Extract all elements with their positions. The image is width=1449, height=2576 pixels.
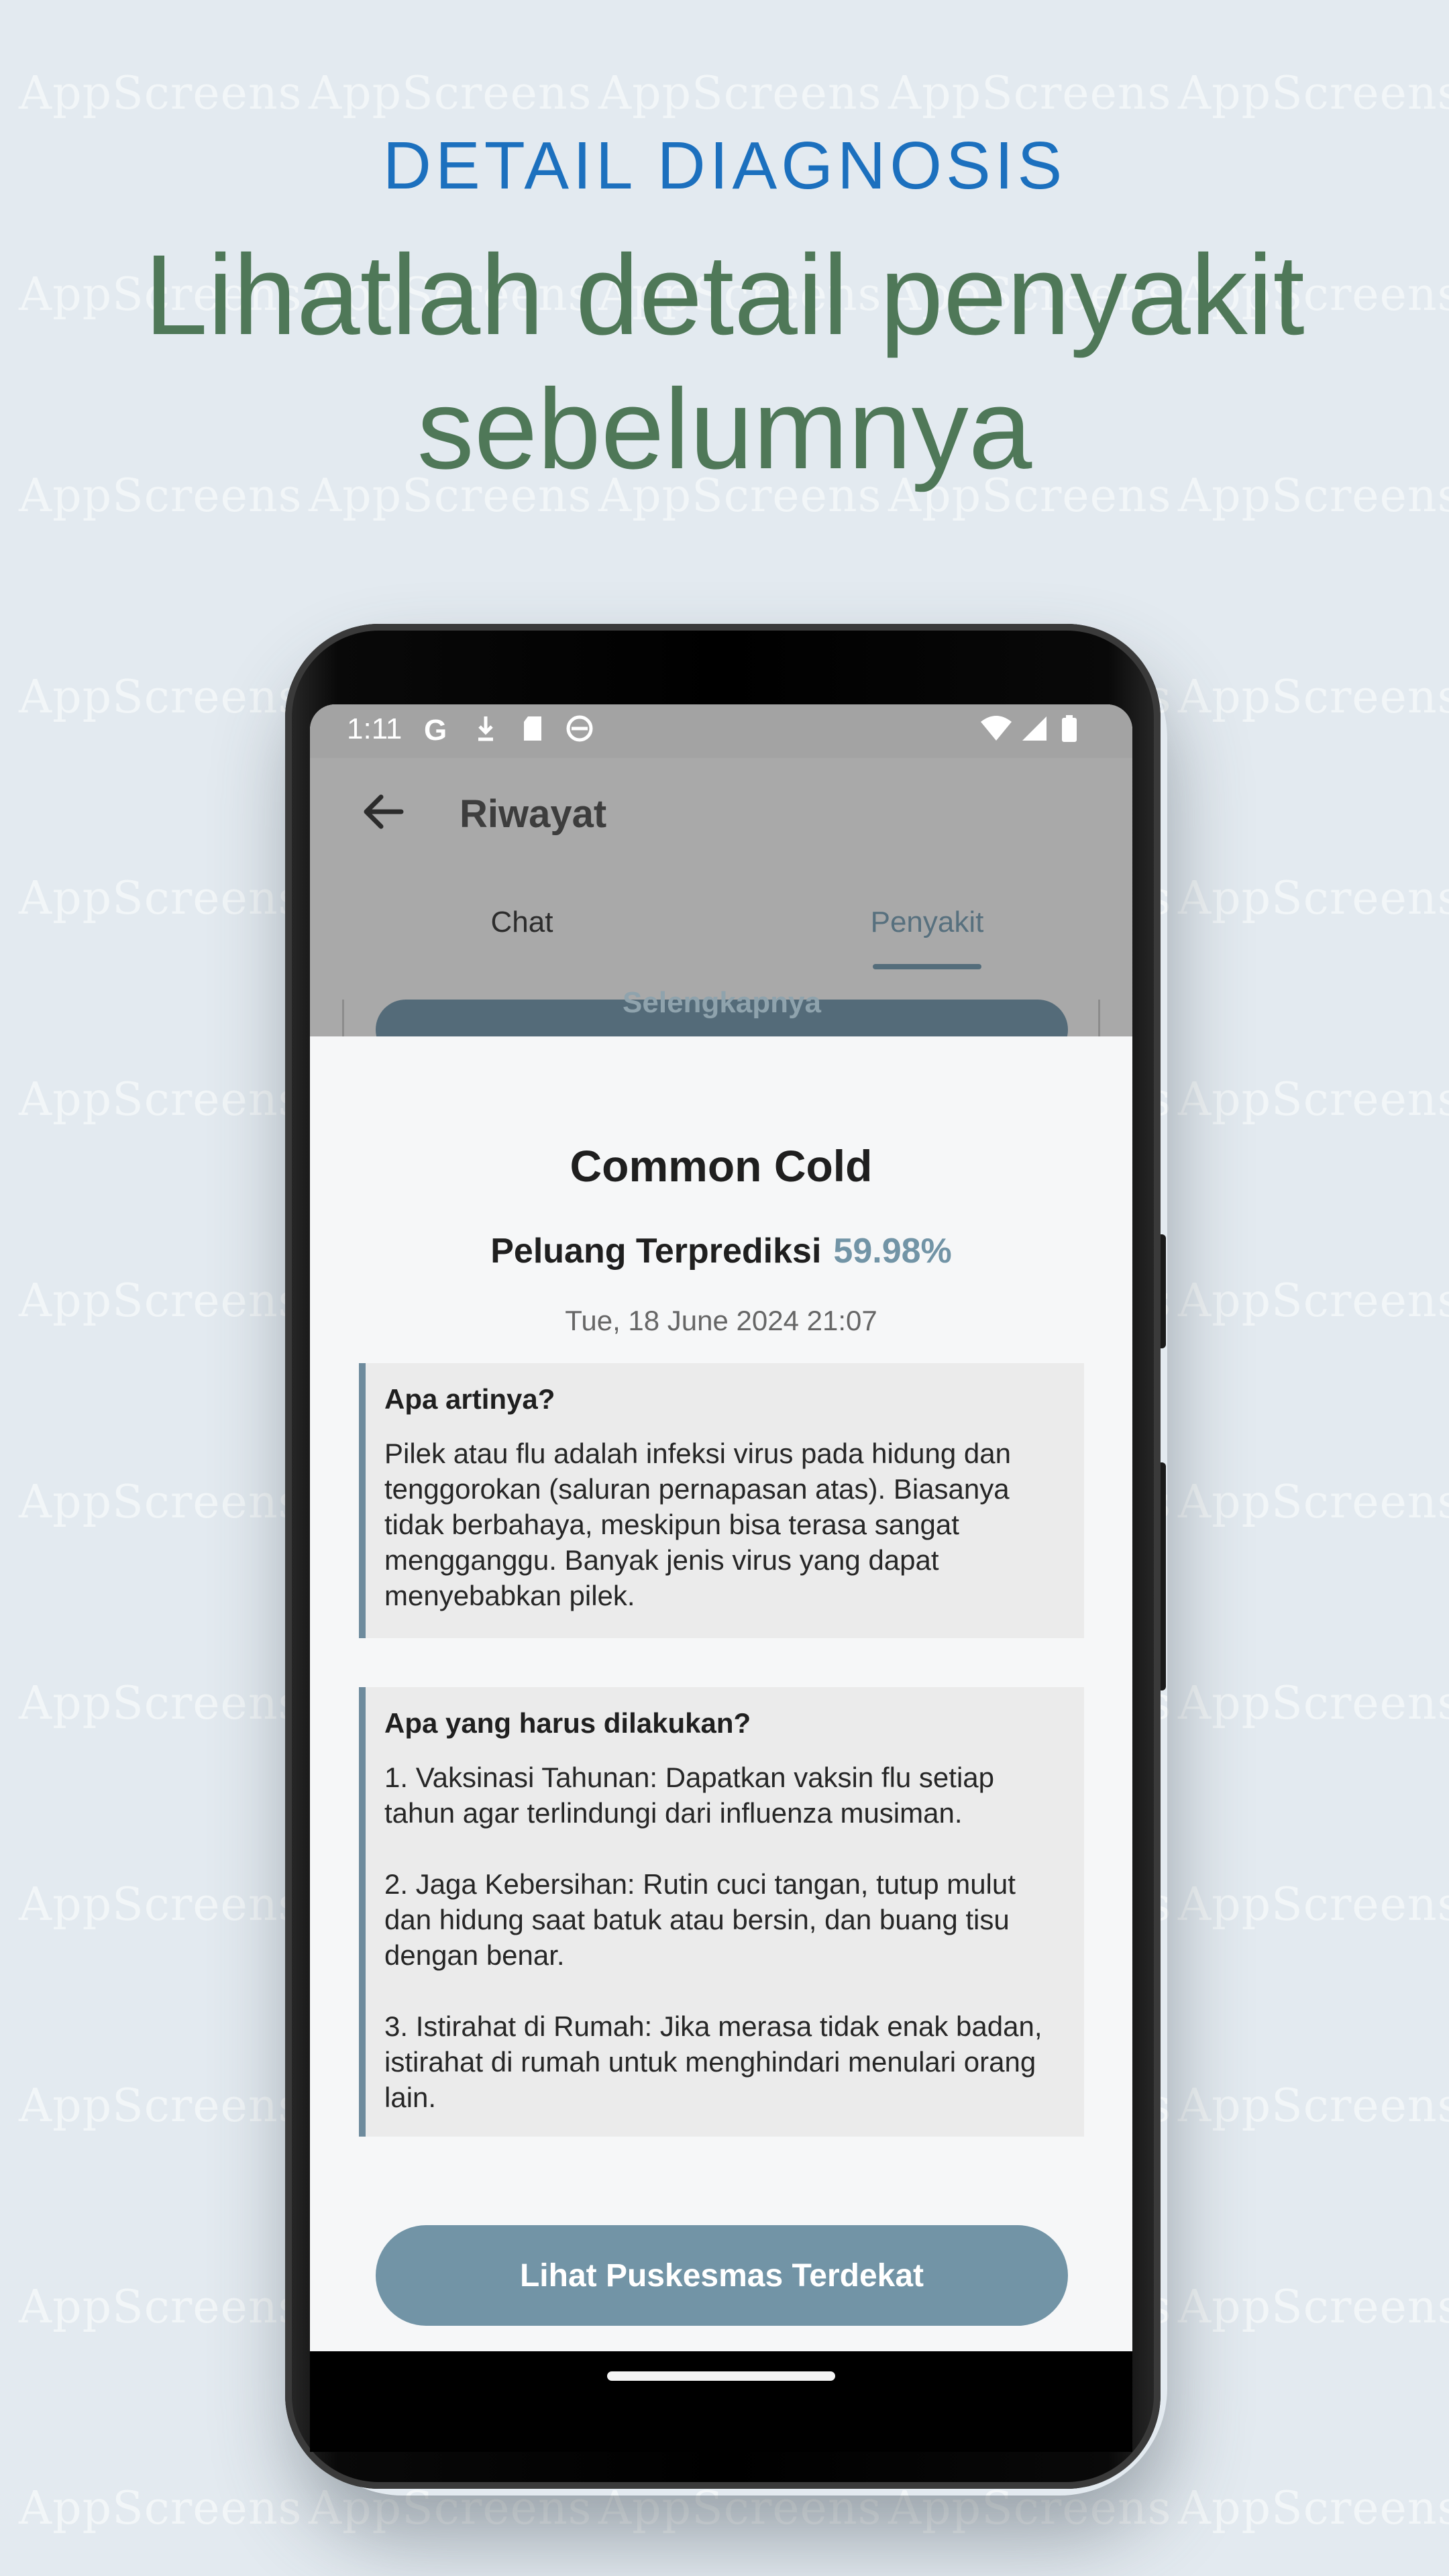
actions-body: 1. Vaksinasi Tahunan: Dapatkan vaksin fl… bbox=[384, 1762, 1042, 2113]
selengkapnya-label: Selengkapnya bbox=[623, 986, 821, 1019]
disease-title: Common Cold bbox=[570, 1141, 873, 1191]
watermark-text: AppScreens bbox=[1178, 1073, 1449, 1126]
probability-row: Peluang Terprediksi 59.98% bbox=[310, 1231, 1132, 1271]
watermark-text: AppScreens bbox=[1178, 1677, 1449, 1730]
watermark-text: AppScreens bbox=[1178, 1476, 1449, 1529]
diagnosis-timestamp: Tue, 18 June 2024 21:07 bbox=[565, 1305, 877, 1336]
watermark-text: AppScreens bbox=[19, 1878, 303, 1931]
watermark-text: AppScreens bbox=[1178, 872, 1449, 925]
watermark-text: AppScreens bbox=[19, 2482, 303, 2535]
watermark-text: AppScreens bbox=[19, 1677, 303, 1730]
divider bbox=[342, 1000, 344, 1040]
watermark-text: AppScreens bbox=[19, 67, 303, 120]
watermark-text: AppScreens bbox=[1178, 2482, 1449, 2535]
watermark-text: AppScreens bbox=[1178, 1275, 1449, 1328]
wifi-icon bbox=[979, 714, 1013, 751]
watermark-text: AppScreens bbox=[598, 67, 882, 120]
watermark-text: AppScreens bbox=[1178, 671, 1449, 724]
back-arrow-icon[interactable] bbox=[357, 785, 411, 839]
actions-title: Apa yang harus dilakukan? bbox=[384, 1707, 751, 1739]
watermark-text: AppScreens bbox=[19, 872, 303, 925]
watermark-text: AppScreens bbox=[1178, 1878, 1449, 1931]
watermark-text: AppScreens bbox=[1178, 2080, 1449, 2133]
tab-penyakit[interactable]: Penyakit bbox=[826, 906, 1028, 939]
promo-eyebrow: DETAIL DIAGNOSIS bbox=[382, 128, 1067, 203]
tab-indicator bbox=[873, 964, 981, 969]
phone-screen: Selengkapnya Riwayat Chat Penyakit 1:11 … bbox=[310, 704, 1132, 2351]
watermark-text: AppScreens bbox=[19, 671, 303, 724]
battery-icon bbox=[1060, 714, 1079, 751]
watermark-text: AppScreens bbox=[888, 67, 1172, 120]
meaning-body: Pilek atau flu adalah infeksi virus pada… bbox=[384, 1438, 1019, 1611]
status-time: 1:11 bbox=[347, 712, 402, 745]
promo-headline: Lihatlah detail penyakit sebelumnya bbox=[144, 231, 1305, 493]
tab-chat[interactable]: Chat bbox=[421, 906, 623, 939]
watermark-text: AppScreens bbox=[19, 1476, 303, 1529]
watermark-text: AppScreens bbox=[19, 2281, 303, 2334]
watermark-text: AppScreens bbox=[1178, 67, 1449, 120]
home-gesture-handle[interactable] bbox=[607, 2371, 835, 2381]
navigation-bar bbox=[310, 2351, 1132, 2452]
status-bar: 1:11 G bbox=[310, 704, 1132, 758]
watermark-text: AppScreens bbox=[19, 1275, 303, 1328]
probability-label: Peluang Terprediksi bbox=[490, 1232, 822, 1271]
meaning-card: Apa artinya? Pilek atau flu adalah infek… bbox=[359, 1363, 1084, 1638]
actions-card[interactable]: Apa yang harus dilakukan? 1. Vaksinasi T… bbox=[359, 1687, 1084, 2137]
disease-detail-sheet: Common Cold Peluang Terprediksi 59.98% Tu… bbox=[310, 1036, 1132, 2351]
signal-icon bbox=[1020, 714, 1049, 751]
watermark-text: AppScreens bbox=[309, 67, 592, 120]
divider bbox=[1098, 1000, 1100, 1040]
app-bar-title: Riwayat bbox=[460, 792, 607, 836]
meaning-title: Apa artinya? bbox=[384, 1383, 555, 1415]
clock-icon bbox=[565, 714, 594, 751]
sd-card-icon bbox=[521, 714, 544, 751]
watermark-text: AppScreens bbox=[1178, 2281, 1449, 2334]
nearest-puskesmas-button[interactable]: Lihat Puskesmas Terdekat bbox=[376, 2225, 1068, 2326]
google-g-icon: G bbox=[424, 714, 447, 747]
watermark-text: AppScreens bbox=[19, 2080, 303, 2133]
watermark-text: AppScreens bbox=[19, 1073, 303, 1126]
download-icon bbox=[474, 714, 497, 751]
probability-value: 59.98% bbox=[833, 1232, 952, 1271]
